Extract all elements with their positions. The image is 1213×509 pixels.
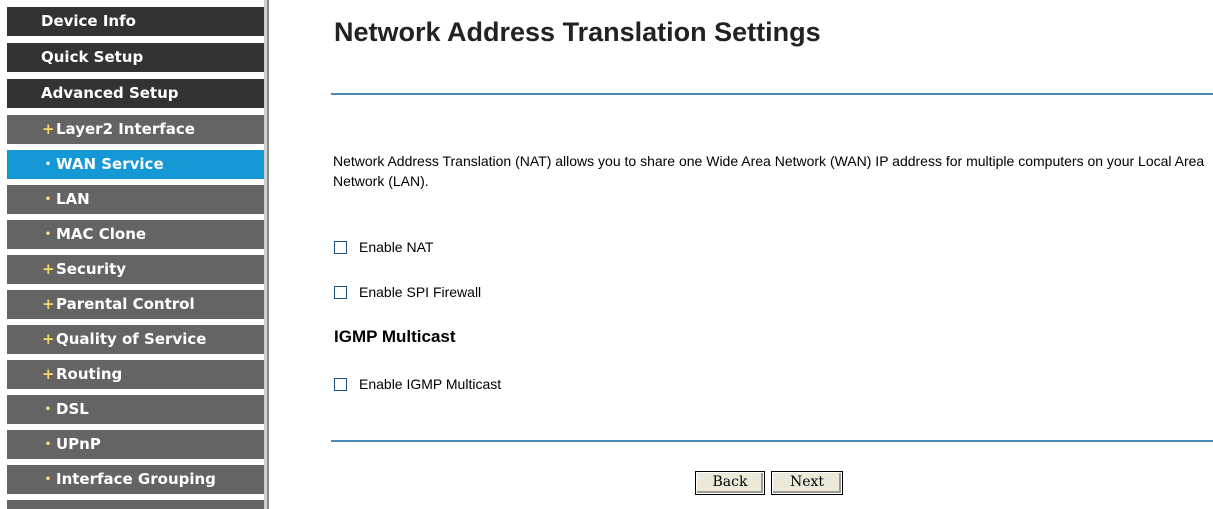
expand-plus-icon: + bbox=[42, 330, 55, 348]
sidebar-item-layer2-interface[interactable]: +Layer2 Interface bbox=[7, 115, 264, 147]
igmp-multicast-heading: IGMP Multicast bbox=[334, 327, 456, 346]
enable-nat-checkbox[interactable] bbox=[334, 240, 347, 254]
sidebar-item-label: LAN bbox=[56, 190, 90, 208]
sidebar-nav: Device Info Quick Setup Advanced Setup +… bbox=[0, 0, 267, 509]
bullet-dot-icon: • bbox=[44, 159, 52, 170]
sidebar-item-label: Quality of Service bbox=[56, 330, 207, 348]
enable-igmp-multicast-checkbox[interactable] bbox=[334, 377, 347, 391]
enable-spi-firewall-checkbox[interactable] bbox=[334, 285, 347, 299]
enable-igmp-multicast-label: Enable IGMP Multicast bbox=[359, 376, 502, 392]
sidebar-item-label: WAN Service bbox=[56, 155, 164, 173]
sidebar-item-dsl[interactable]: • DSL bbox=[7, 395, 264, 427]
next-button[interactable]: Next bbox=[771, 471, 843, 495]
bottom-divider bbox=[331, 440, 1213, 442]
sidebar-item-label: Device Info bbox=[41, 12, 136, 30]
sidebar-item-label: Routing bbox=[56, 365, 123, 383]
bullet-dot-icon: • bbox=[44, 404, 52, 415]
enable-spi-firewall-option: Enable SPI Firewall bbox=[334, 283, 481, 301]
sidebar-item-label: Advanced Setup bbox=[41, 84, 179, 102]
sidebar-item-label: UPnP bbox=[56, 435, 101, 453]
enable-nat-option: Enable NAT bbox=[334, 238, 433, 256]
enable-igmp-multicast-option: Enable IGMP Multicast bbox=[334, 375, 501, 393]
sidebar-item-label: Parental Control bbox=[56, 295, 195, 313]
back-button[interactable]: Back bbox=[695, 471, 765, 495]
top-divider bbox=[331, 93, 1213, 95]
sidebar-item-wan-service[interactable]: • WAN Service bbox=[7, 150, 264, 182]
sidebar-item-security[interactable]: +Security bbox=[7, 255, 264, 287]
page-title: Network Address Translation Settings bbox=[334, 17, 821, 47]
expand-plus-icon: + bbox=[42, 295, 55, 313]
sidebar-item-label: Interface Grouping bbox=[56, 470, 216, 488]
sidebar-item-partial bbox=[7, 500, 264, 509]
sidebar-item-quality-of-service[interactable]: +Quality of Service bbox=[7, 325, 264, 357]
bullet-dot-icon: • bbox=[44, 194, 52, 205]
sidebar-item-quick-setup[interactable]: Quick Setup bbox=[7, 43, 264, 75]
bullet-dot-icon: • bbox=[44, 229, 52, 240]
sidebar-divider-shadow bbox=[267, 0, 269, 509]
sidebar-item-parental-control[interactable]: +Parental Control bbox=[7, 290, 264, 322]
sidebar-item-device-info[interactable]: Device Info bbox=[7, 7, 264, 39]
enable-spi-firewall-label: Enable SPI Firewall bbox=[359, 284, 482, 300]
expand-plus-icon: + bbox=[42, 365, 55, 383]
sidebar-item-upnp[interactable]: • UPnP bbox=[7, 430, 264, 462]
enable-nat-label: Enable NAT bbox=[359, 239, 434, 255]
expand-plus-icon: + bbox=[42, 120, 55, 138]
sidebar-item-label: MAC Clone bbox=[56, 225, 147, 243]
sidebar-item-advanced-setup[interactable]: Advanced Setup bbox=[7, 79, 264, 111]
sidebar-item-label: DSL bbox=[56, 400, 89, 418]
sidebar-item-label: Quick Setup bbox=[41, 48, 144, 66]
expand-plus-icon: + bbox=[42, 260, 55, 278]
sidebar-item-label: Layer2 Interface bbox=[56, 120, 195, 138]
nat-description: Network Address Translation (NAT) allows… bbox=[333, 153, 1205, 189]
sidebar-item-routing[interactable]: +Routing bbox=[7, 360, 264, 392]
bullet-dot-icon: • bbox=[44, 474, 52, 485]
sidebar-item-lan[interactable]: • LAN bbox=[7, 185, 264, 217]
sidebar-item-mac-clone[interactable]: • MAC Clone bbox=[7, 220, 264, 252]
sidebar-item-interface-grouping[interactable]: • Interface Grouping bbox=[7, 465, 264, 497]
sidebar-item-label: Security bbox=[56, 260, 127, 278]
bullet-dot-icon: • bbox=[44, 439, 52, 450]
